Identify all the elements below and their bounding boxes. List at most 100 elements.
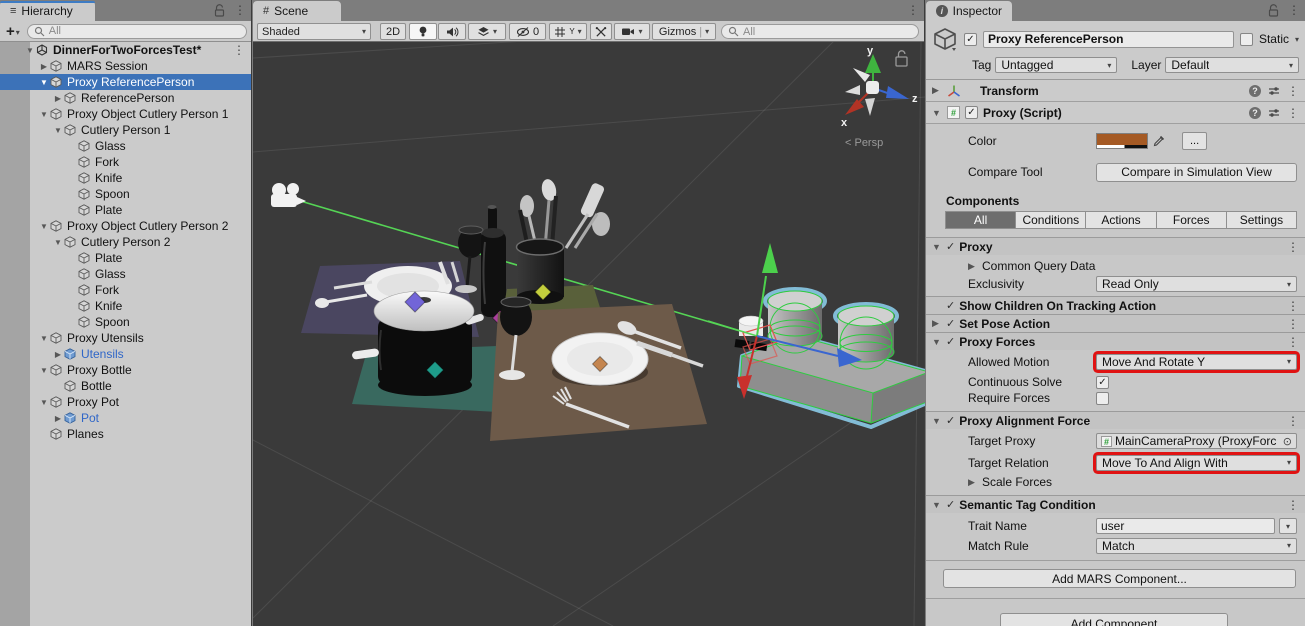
hierarchy-item[interactable]: Plate [0,202,251,218]
foldout-arrow[interactable]: ▶ [968,261,978,272]
help-icon[interactable]: ? [1249,85,1261,97]
static-checkbox[interactable] [1240,33,1253,46]
hierarchy-item[interactable]: ▼Proxy Pot [0,394,251,410]
section-alignment-force[interactable]: ▼ ✓ Proxy Alignment Force ⋮ [926,411,1305,429]
hierarchy-item[interactable]: ▶Utensils [0,346,251,362]
foldout-arrow[interactable]: ▶ [38,62,50,71]
tab-forces[interactable]: Forces [1156,211,1227,229]
gameobject-name-field[interactable]: Proxy ReferencePerson [983,31,1234,48]
presets-icon[interactable] [1268,107,1280,119]
layer-dropdown[interactable]: Default ▾ [1165,57,1299,73]
foldout-arrow[interactable]: ▶ [932,85,942,96]
target-proxy-object-field[interactable]: # MainCameraProxy (ProxyForc ⊙ [1096,433,1297,449]
hierarchy-item[interactable]: Spoon [0,186,251,202]
tab-hierarchy[interactable]: ≡ Hierarchy [0,1,95,21]
hierarchy-item[interactable]: ▼Cutlery Person 2 [0,234,251,250]
panel-menu-icon[interactable]: ⋮ [907,3,919,17]
match-rule-dropdown[interactable]: Match ▾ [1096,538,1297,554]
section-menu-icon[interactable]: ⋮ [1287,335,1299,349]
tab-actions[interactable]: Actions [1085,211,1156,229]
foldout-arrow[interactable]: ▶ [52,414,64,423]
foldout-arrow[interactable]: ▼ [932,500,942,510]
foldout-arrow[interactable]: ▶ [52,350,64,359]
exclusivity-dropdown[interactable]: Read Only ▾ [1096,276,1297,292]
tab-all[interactable]: All [945,211,1016,229]
scene-camera-button[interactable]: ▾ [614,23,650,40]
gizmos-dropdown[interactable]: Gizmos | ▾ [652,23,716,40]
panel-menu-icon[interactable]: ⋮ [234,3,246,17]
hierarchy-item[interactable]: Fork [0,154,251,170]
foldout-arrow[interactable]: ▼ [38,222,50,231]
tab-conditions[interactable]: Conditions [1015,211,1086,229]
2d-toggle-button[interactable]: 2D [380,23,406,40]
scene-visibility-button[interactable]: 0 [509,23,546,40]
component-menu-icon[interactable]: ⋮ [1287,106,1299,120]
section-menu-icon[interactable]: ⋮ [1287,317,1299,331]
gameobject-cube-icon[interactable] [932,26,958,52]
section-menu-icon[interactable]: ⋮ [1287,414,1299,428]
hierarchy-item[interactable]: ▼Proxy Utensils [0,330,251,346]
hierarchy-item[interactable]: Glass [0,138,251,154]
compare-simulation-button[interactable]: Compare in Simulation View [1096,163,1297,182]
color-swatch[interactable] [1096,133,1148,149]
hierarchy-item[interactable]: ▼DinnerForTwoForcesTest*⋮ [0,42,251,58]
component-enabled-checkbox[interactable]: ✓ [965,106,978,119]
section-set-pose[interactable]: ▶ ✓ Set Pose Action ⋮ [926,314,1305,332]
orientation-gizmo[interactable]: y z x < Persp [841,45,918,149]
component-menu-icon[interactable]: ⋮ [1287,84,1299,98]
foldout-arrow[interactable]: ▼ [932,416,942,426]
section-menu-icon[interactable]: ⋮ [1287,498,1299,512]
trait-name-dropdown-button[interactable]: ▾ [1279,518,1297,534]
color-more-button[interactable]: ... [1182,132,1207,150]
scene-audio-button[interactable] [438,23,466,40]
foldout-arrow[interactable]: ▼ [38,334,50,343]
lock-icon[interactable] [214,4,225,17]
foldout-arrow[interactable]: ▼ [52,238,64,247]
foldout-arrow[interactable]: ▼ [24,46,36,55]
lock-icon[interactable] [896,51,907,66]
hierarchy-item[interactable]: Fork [0,282,251,298]
persp-label[interactable]: < Persp [845,137,883,149]
trait-name-field[interactable]: user [1096,518,1275,534]
hierarchy-item[interactable]: ▶ReferencePerson [0,90,251,106]
hierarchy-item[interactable]: ▼Cutlery Person 1 [0,122,251,138]
hierarchy-item[interactable]: ▼Proxy Object Cutlery Person 2 [0,218,251,234]
active-checkbox[interactable]: ✓ [964,33,977,46]
camera-gizmo[interactable] [271,183,306,207]
panel-menu-icon[interactable]: ⋮ [1288,3,1300,17]
utensils-object[interactable] [503,178,610,314]
hierarchy-item[interactable]: ▶Pot [0,410,251,426]
help-icon[interactable]: ? [1249,107,1261,119]
foldout-arrow[interactable]: ▶ [968,477,978,488]
hierarchy-item[interactable]: Plate [0,250,251,266]
foldout-arrow[interactable]: ▼ [52,126,64,135]
section-proxy[interactable]: ▼ ✓ Proxy ⋮ [926,237,1305,255]
presets-icon[interactable] [1268,85,1280,97]
hierarchy-item[interactable]: ▼Proxy Object Cutlery Person 1 [0,106,251,122]
scene-viewport[interactable]: y z x < Persp [253,42,924,626]
hierarchy-item[interactable]: ▶MARS Session [0,58,251,74]
section-semantic-tag[interactable]: ▼ ✓ Semantic Tag Condition ⋮ [926,495,1305,513]
eyedropper-icon[interactable] [1151,133,1167,149]
hierarchy-search-input[interactable]: All [27,24,247,39]
section-show-children[interactable]: ✓ Show Children On Tracking Action ⋮ [926,296,1305,314]
hierarchy-item[interactable]: Bottle [0,378,251,394]
section-menu-icon[interactable]: ⋮ [1287,240,1299,254]
scene-grid-button[interactable]: Y ▾ [549,23,587,40]
section-menu-icon[interactable]: ⋮ [1287,299,1299,313]
foldout-arrow[interactable]: ▼ [38,110,50,119]
object-picker-icon[interactable]: ⊙ [1283,435,1292,448]
hierarchy-item[interactable]: Planes [0,426,251,442]
scene-lighting-button[interactable] [409,23,437,40]
foldout-arrow[interactable]: ▶ [932,318,942,329]
tab-settings[interactable]: Settings [1226,211,1297,229]
chevron-down-icon[interactable]: ▾ [1295,35,1299,44]
gizmo-x-axis[interactable] [845,99,864,115]
require-forces-checkbox[interactable] [1096,392,1109,405]
hierarchy-item[interactable]: Knife [0,170,251,186]
gizmo-z-axis[interactable] [886,86,909,99]
transform-component-header[interactable]: ▶ Transform ? ⋮ [926,80,1305,102]
create-object-button[interactable]: + ▾ [4,25,22,38]
hierarchy-item[interactable]: ▼Proxy Bottle [0,362,251,378]
proxy-script-component-header[interactable]: ▼ # ✓ Proxy (Script) ? ⋮ [926,102,1305,124]
